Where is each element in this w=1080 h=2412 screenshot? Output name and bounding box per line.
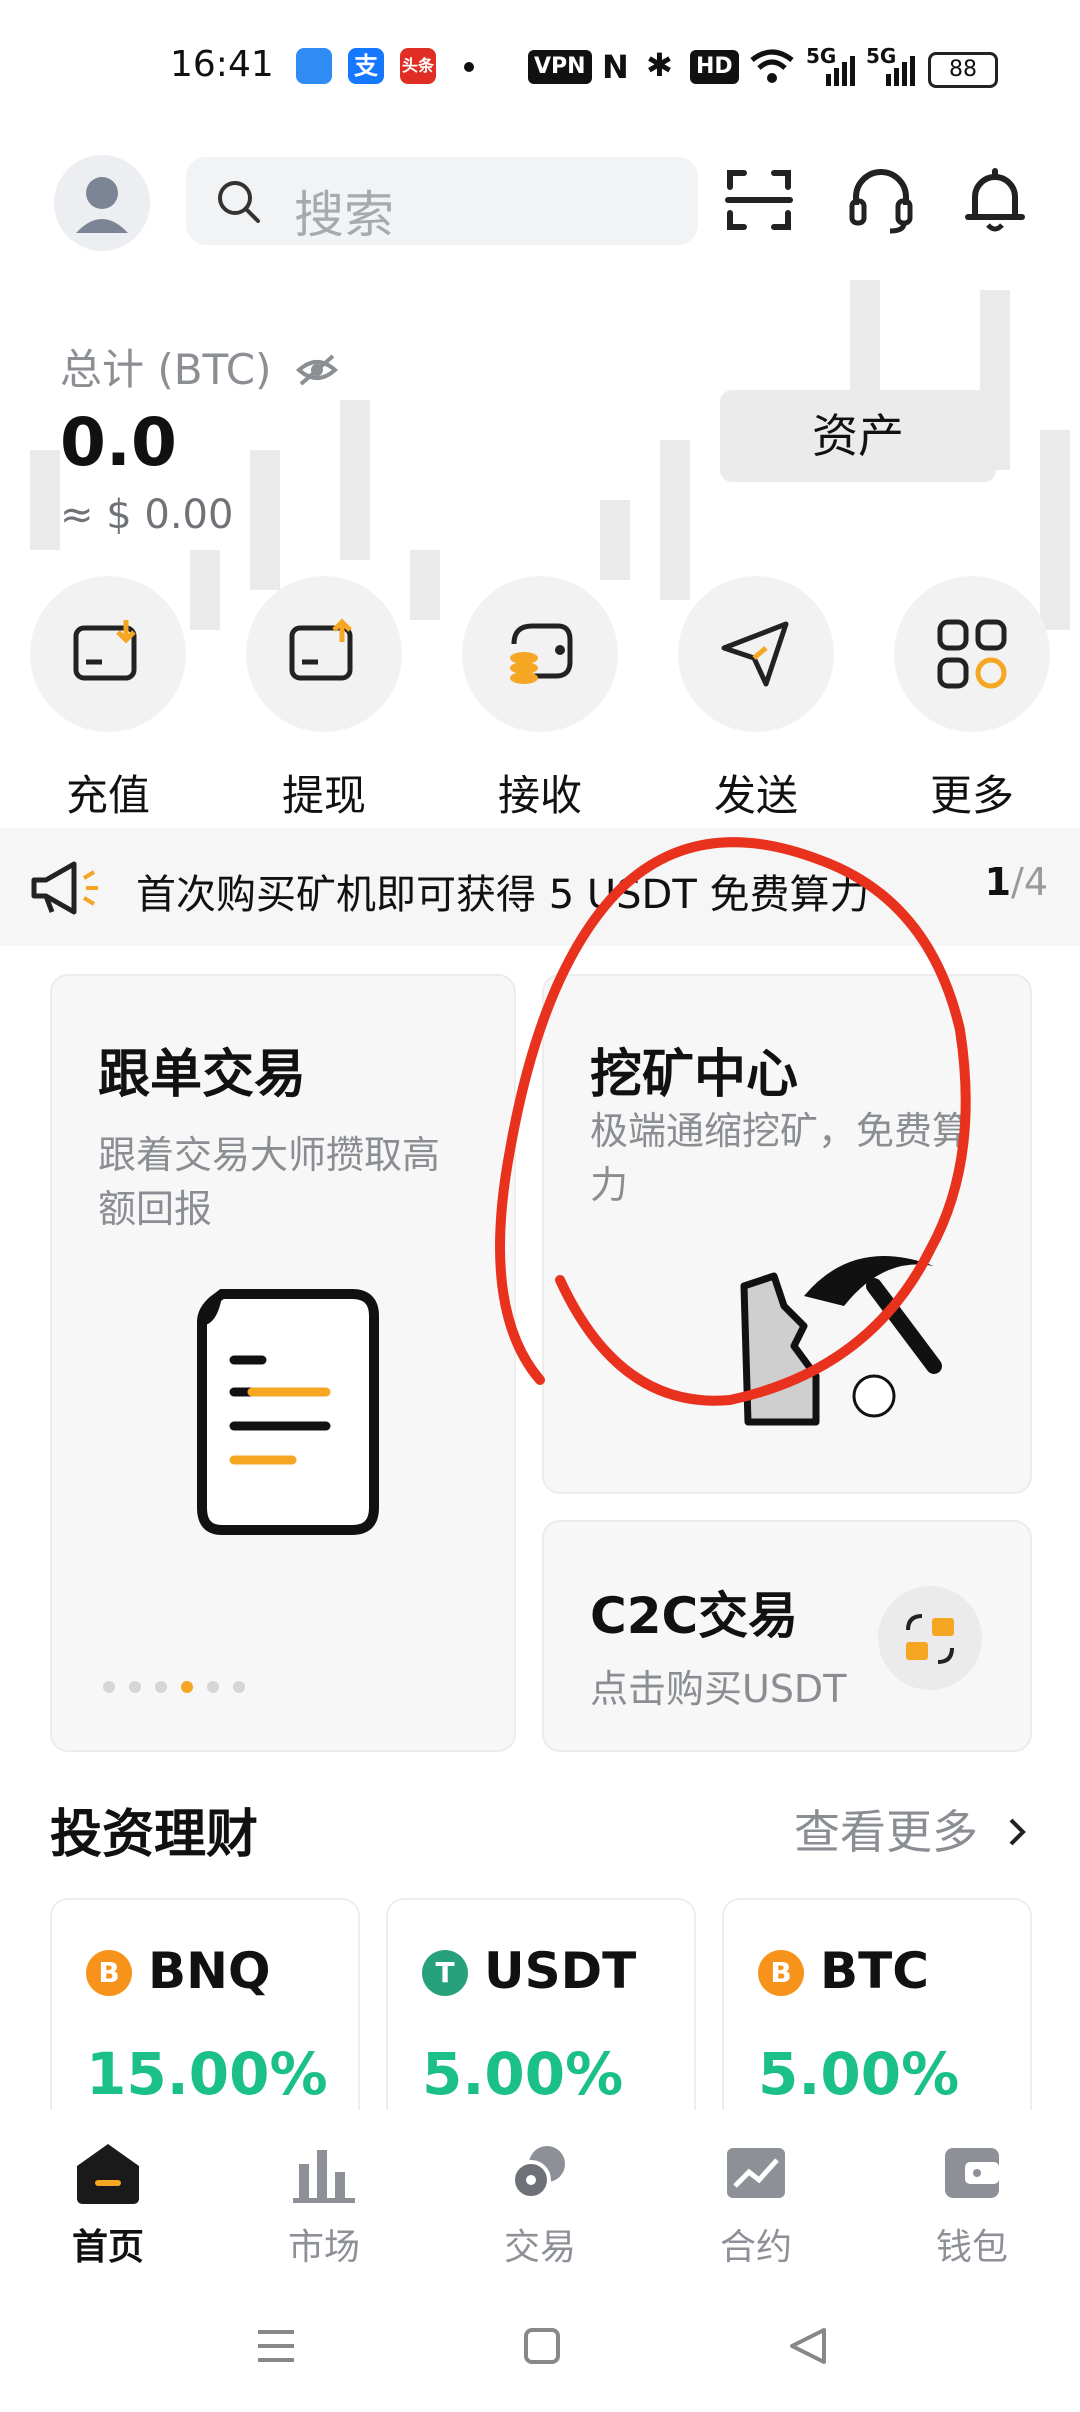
status-time: 16:41 [170, 44, 274, 85]
quick-action-withdraw[interactable]: 提现 [244, 576, 404, 823]
hd-voice-icon: HD [690, 50, 739, 84]
user-icon [76, 177, 128, 233]
invest-section-title: 投资理财 [50, 1805, 259, 1865]
back-icon[interactable] [786, 2324, 830, 2368]
home-icon [77, 2144, 139, 2204]
view-more-link[interactable]: 查看更多 [794, 1796, 1031, 1862]
more-grid-icon [937, 619, 1007, 689]
nav-market[interactable]: 市场 [254, 2140, 394, 2270]
copy-trade-desc: 跟着交易大师攒取高额回报 [98, 1133, 441, 1231]
battery-icon: 88 [928, 52, 998, 88]
avatar[interactable] [54, 155, 150, 251]
total-balance-label: 总计 (BTC) [60, 336, 339, 397]
invest-name: BNQ [148, 1942, 271, 2000]
nav-wallet[interactable]: 钱包 [902, 2140, 1042, 2270]
usdt-coin-icon: T [422, 1950, 468, 1996]
red-circle-annotation [495, 837, 971, 1406]
search-input[interactable]: 搜索 [186, 157, 698, 245]
nav-label: 市场 [287, 2227, 360, 2268]
contract-icon [727, 2148, 785, 2198]
exchange-icon [906, 1614, 954, 1664]
customer-service-icon[interactable] [846, 165, 916, 235]
market-icon [293, 2150, 355, 2203]
copy-trade-title: 跟单交易 [98, 1045, 307, 1105]
send-icon [721, 621, 789, 687]
quick-action-deposit[interactable]: 充值 [28, 576, 188, 823]
alipay-app-icon: 支 [348, 48, 384, 84]
megaphone-icon [31, 861, 98, 915]
copy-trade-card[interactable]: 跟单交易 跟着交易大师攒取高额回报 [50, 974, 516, 1752]
quick-action-label: 发送 [713, 771, 798, 820]
recent-apps-icon[interactable] [254, 2326, 298, 2366]
quick-action-more[interactable]: 更多 [892, 576, 1052, 823]
search-placeholder: 搜索 [294, 186, 394, 244]
nav-label: 交易 [503, 2227, 576, 2268]
bluetooth-icon: ✱ [646, 46, 673, 84]
total-balance-usd: ≈ $ 0.00 [60, 492, 234, 538]
signal-2-icon [886, 56, 915, 86]
signal-1-icon [826, 56, 855, 86]
eye-off-icon[interactable] [295, 352, 339, 388]
deposit-icon [73, 620, 137, 681]
nav-label: 合约 [719, 2227, 792, 2268]
nav-trade[interactable]: 交易 [470, 2140, 610, 2270]
quick-action-send[interactable]: 发送 [676, 576, 836, 823]
home-button-icon[interactable] [522, 2326, 562, 2366]
notification-dot-icon [464, 62, 474, 72]
bnq-coin-icon: B [86, 1950, 132, 1996]
quick-action-label: 提现 [281, 771, 366, 820]
exchange-icon-circle [878, 1586, 982, 1690]
invest-card-btc[interactable]: B BTC 5.00% [722, 1898, 1032, 2142]
nav-label: 首页 [71, 2227, 144, 2268]
receive-icon [510, 623, 573, 684]
bell-icon[interactable] [960, 165, 1030, 235]
quick-action-label: 充值 [65, 771, 150, 820]
wifi-icon [750, 49, 794, 83]
document-list-icon [197, 1289, 379, 1535]
search-icon [218, 181, 260, 223]
total-balance-value: 0.0 [60, 404, 177, 481]
nfc-icon: N [602, 48, 629, 86]
c2c-trade-card[interactable]: C2C交易 点击购买USDT [542, 1520, 1032, 1752]
assets-button[interactable]: 资产 [720, 390, 996, 482]
quick-action-label: 更多 [929, 771, 1014, 820]
trade-icon [511, 2146, 565, 2200]
scan-icon[interactable] [724, 165, 794, 235]
quick-action-label: 接收 [497, 771, 582, 820]
invest-rate: 5.00% [758, 2040, 960, 2108]
invest-rate: 15.00% [86, 2040, 328, 2108]
c2c-title: C2C交易 [590, 1587, 799, 1645]
invest-name: BTC [820, 1942, 929, 2000]
invest-card-usdt[interactable]: T USDT 5.00% [386, 1898, 696, 2142]
c2c-desc: 点击购买USDT [590, 1667, 847, 1711]
calendar-app-icon [296, 48, 332, 84]
toutiao-app-icon: 头条 [400, 48, 436, 84]
btc-coin-icon: B [758, 1950, 804, 1996]
invest-card-bnq[interactable]: B BNQ 15.00% [50, 1898, 360, 2142]
wallet-icon [945, 2148, 999, 2198]
withdraw-icon [289, 618, 353, 681]
nav-home[interactable]: 首页 [38, 2140, 178, 2270]
invest-name: USDT [484, 1942, 637, 2000]
chevron-right-icon [1009, 1818, 1026, 1846]
carousel-dots [96, 1678, 252, 1697]
nav-label: 钱包 [935, 2227, 1008, 2268]
nav-contract[interactable]: 合约 [686, 2140, 826, 2270]
quick-action-receive[interactable]: 接收 [460, 576, 620, 823]
vpn-icon: VPN [528, 50, 592, 84]
invest-rate: 5.00% [422, 2040, 624, 2108]
